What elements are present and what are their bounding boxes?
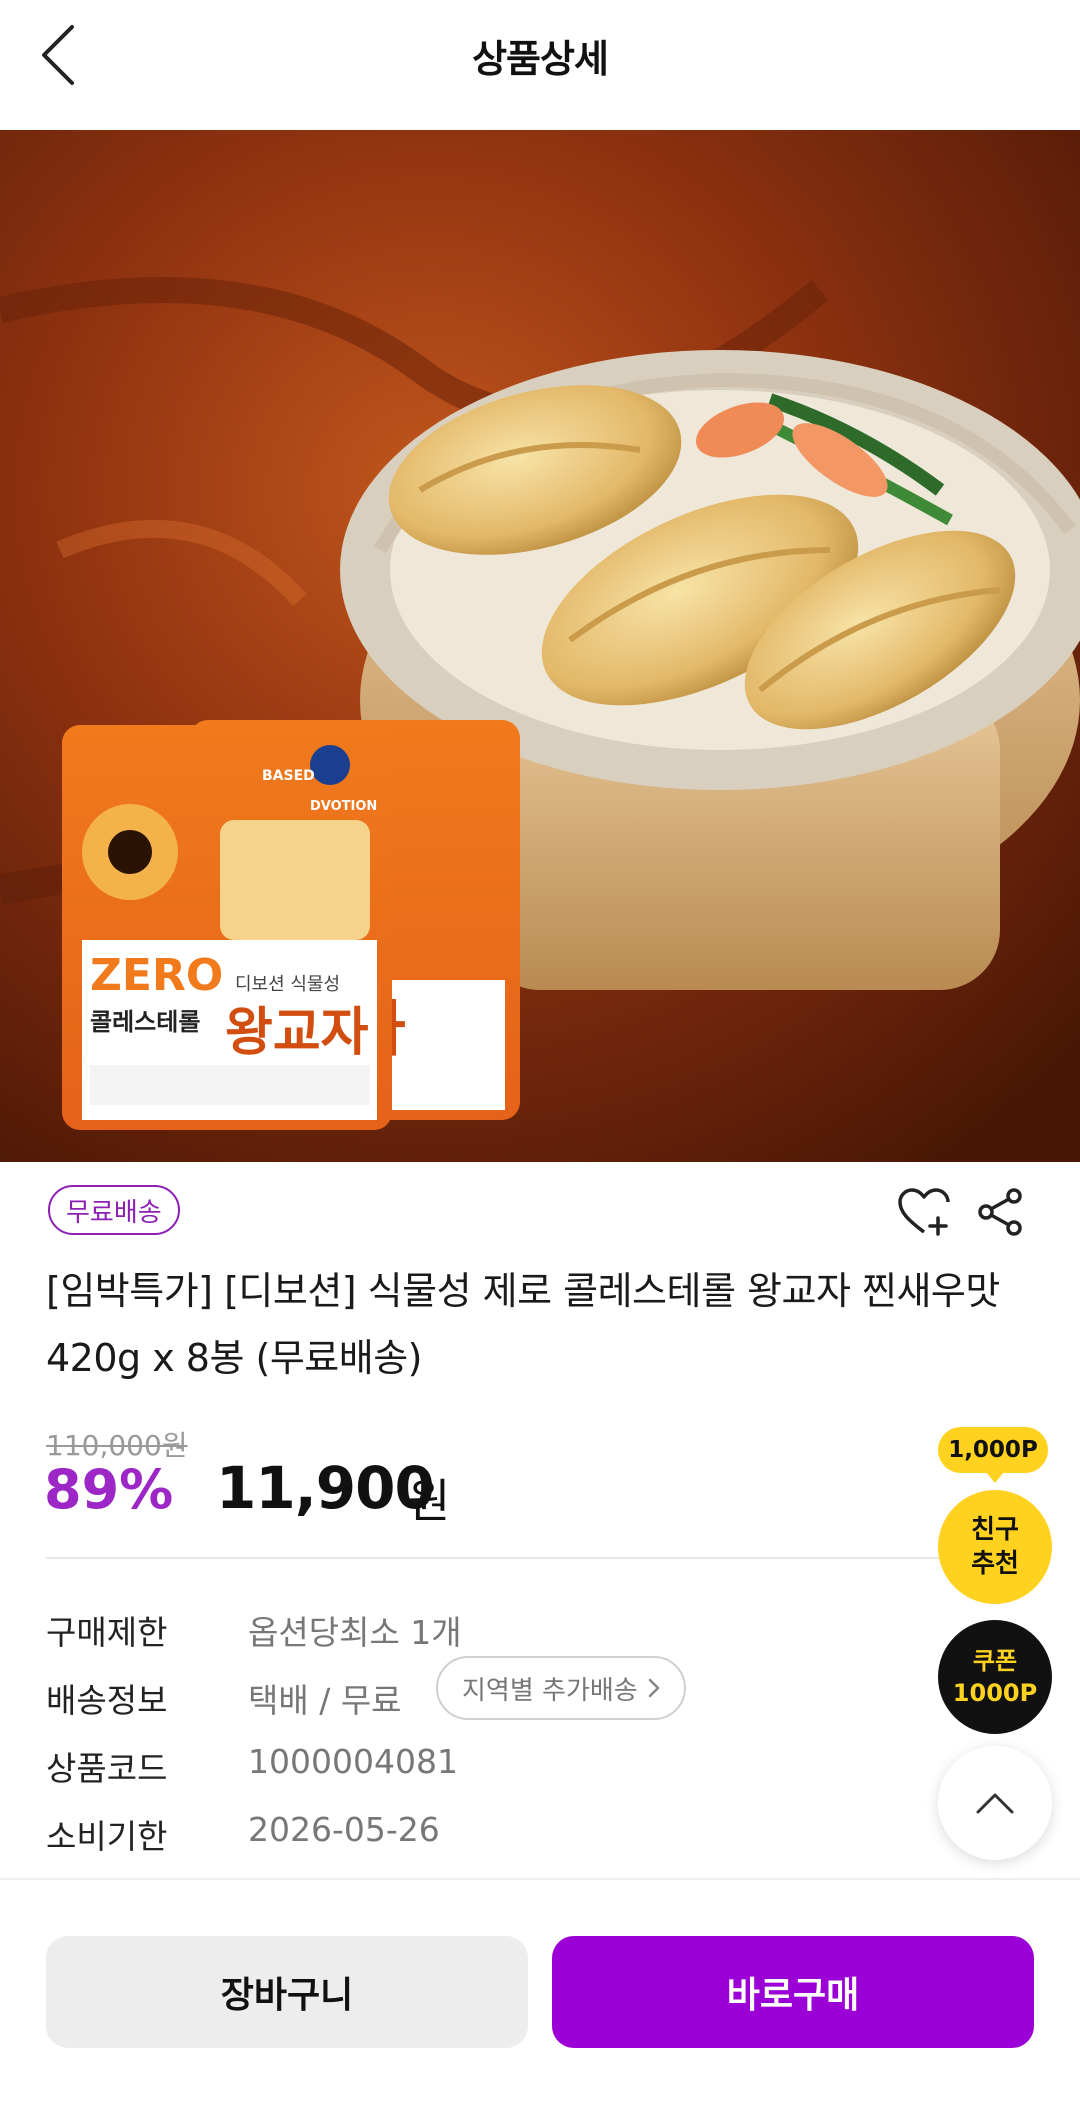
- region-shipping-label: 지역별 추가배송: [462, 1675, 638, 1706]
- friend-line-2: 추천: [971, 1549, 1019, 1579]
- info-label: 배송정보: [46, 1681, 168, 1720]
- discount-rate: 89%: [44, 1458, 174, 1521]
- package-subtitle: 디보션 식물성: [235, 974, 340, 995]
- info-value: 1000004081: [248, 1742, 458, 1781]
- points-badge: 1,000P: [938, 1427, 1048, 1483]
- app-header: 상품상세: [0, 0, 1080, 130]
- info-label: 소비기한: [46, 1817, 168, 1856]
- chevron-up-icon: [976, 1793, 1014, 1814]
- product-image: 왕교자 DVOTION BASED ZERO 콜레스테롤 디보션 식물성 왕교자: [0, 130, 1080, 1162]
- info-row-expiry: 소비기한 2026-05-26: [46, 1810, 946, 1860]
- chevron-right-icon: [648, 1678, 659, 1698]
- heart-plus-icon: [898, 1188, 950, 1236]
- package-name-front: 왕교자: [225, 1003, 369, 1063]
- page-title: 상품상세: [472, 37, 609, 81]
- region-shipping-button[interactable]: 지역별 추가배송: [436, 1656, 686, 1720]
- coupon-line-1: 쿠폰: [972, 1647, 1018, 1675]
- share-icon: [978, 1188, 1022, 1236]
- info-row-purchase-limit: 구매제한 옵션당최소 1개: [46, 1606, 946, 1656]
- product-package-front: DVOTION BASED ZERO 콜레스테롤 디보션 식물성 왕교자: [62, 725, 392, 1130]
- info-value: 택배 / 무료: [248, 1681, 402, 1720]
- info-row-product-code: 상품코드 1000004081: [46, 1742, 946, 1792]
- scroll-top-button[interactable]: [938, 1746, 1052, 1860]
- section-divider: [46, 1557, 1006, 1559]
- package-zero: ZERO: [90, 950, 223, 1001]
- product-title: [임박특가] [디보션] 식물성 제로 콜레스테롤 왕교자 찐새우맛 420g …: [46, 1269, 1000, 1380]
- package-cholesterol: 콜레스테롤: [90, 1008, 200, 1036]
- info-label: 상품코드: [46, 1749, 168, 1788]
- bottom-action-bar: 장바구니 바로구매: [0, 1878, 1080, 2105]
- price-unit: 원: [408, 1474, 451, 1528]
- share-button[interactable]: [970, 1182, 1030, 1242]
- wishlist-button[interactable]: [895, 1182, 955, 1242]
- friend-referral-button[interactable]: 친구 추천: [938, 1490, 1052, 1604]
- info-label: 구매제한: [46, 1613, 168, 1652]
- sale-price: 11,900: [216, 1454, 435, 1522]
- coupon-button[interactable]: 쿠폰 1000P: [938, 1620, 1052, 1734]
- buy-now-button[interactable]: 바로구매: [552, 1936, 1034, 2048]
- add-to-cart-button[interactable]: 장바구니: [46, 1936, 528, 2048]
- friend-line-1: 친구: [971, 1515, 1019, 1545]
- info-value: 2026-05-26: [248, 1810, 440, 1849]
- free-shipping-badge: 무료배송: [48, 1185, 180, 1235]
- package-brand: DVOTION: [310, 799, 377, 814]
- info-value: 옵션당최소 1개: [248, 1613, 462, 1652]
- info-row-shipping: 배송정보 택배 / 무료 지역별 추가배송: [46, 1656, 946, 1724]
- coupon-line-2: 1000P: [952, 1679, 1038, 1707]
- package-based: BASED: [262, 768, 315, 784]
